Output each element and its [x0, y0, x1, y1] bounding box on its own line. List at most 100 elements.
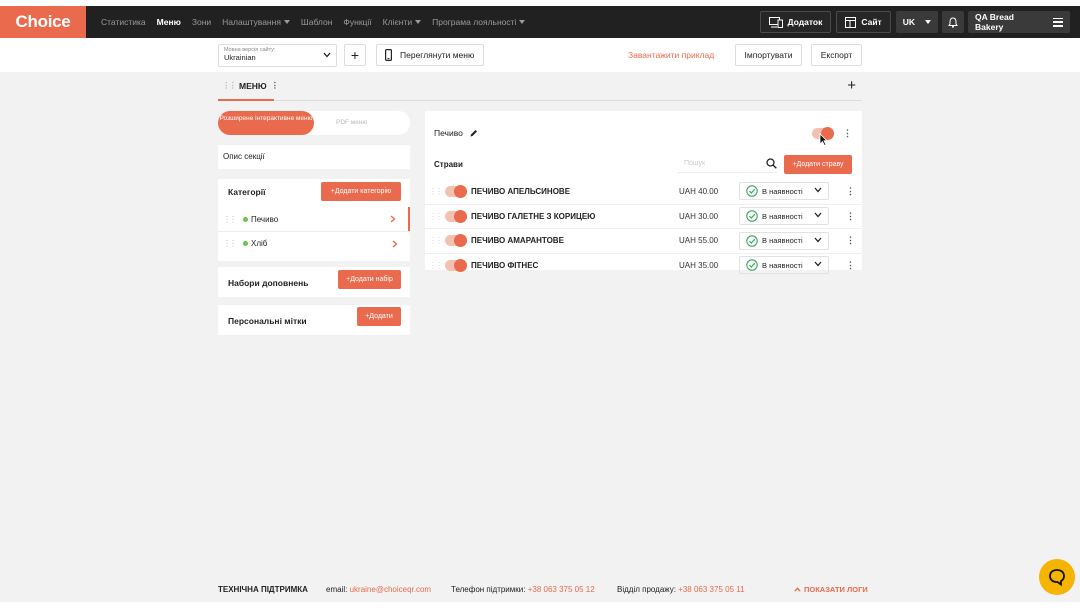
- drag-handle-icon[interactable]: ⋮⋮: [429, 261, 443, 270]
- menu-tabs: ⋮⋮ МЕНЮ ⋮ +: [218, 72, 862, 101]
- personal-tags-title: Персональні мітки: [228, 316, 307, 326]
- drag-handle-icon[interactable]: ⋮⋮: [429, 236, 443, 245]
- nav-template[interactable]: Шаблон: [301, 17, 332, 27]
- search-icon[interactable]: [766, 158, 777, 169]
- search-field[interactable]: Пошук: [677, 155, 777, 173]
- notifications-button[interactable]: [942, 11, 964, 33]
- dish-name[interactable]: ПЕЧИВО АМАРАНТОВЕ: [471, 236, 679, 245]
- dish-price: UAH 40.00: [679, 186, 719, 196]
- dish-options-icon[interactable]: ⋮: [846, 211, 855, 222]
- chevron-right-icon: [390, 215, 396, 223]
- preview-menu-label: Переглянути меню: [400, 50, 475, 60]
- dish-name[interactable]: ПЕЧИВО ФІТНЕС: [471, 261, 679, 270]
- site-button[interactable]: Сайт: [836, 11, 891, 33]
- menu-toolbar: Мовна версія сайту: Ukrainian + Переглян…: [0, 38, 1080, 72]
- pencil-icon[interactable]: [470, 129, 478, 137]
- interactive-menu-option[interactable]: Розширене інтерактивне меню: [218, 111, 314, 135]
- caret-down-icon: [925, 20, 931, 24]
- toggle-knob: [454, 234, 467, 247]
- drag-handle-icon[interactable]: ⋮⋮: [222, 80, 237, 91]
- chat-widget-button[interactable]: [1039, 559, 1075, 595]
- add-category-button[interactable]: +Додати категорію: [321, 182, 401, 201]
- section-description-card[interactable]: Опис секції: [218, 145, 410, 169]
- devices-icon: [768, 16, 783, 28]
- support-email-link[interactable]: ukraine@choiceqr.com: [350, 585, 432, 594]
- add-dish-button[interactable]: +Додати страву: [784, 155, 852, 174]
- category-label: Печиво: [251, 214, 279, 224]
- site-language-select-value: Ukrainian: [224, 53, 256, 62]
- add-tag-button[interactable]: +Додати: [357, 307, 401, 326]
- tab-menu[interactable]: ⋮⋮ МЕНЮ ⋮: [218, 72, 279, 101]
- dish-visibility-toggle[interactable]: [445, 234, 467, 247]
- dish-row[interactable]: ⋮⋮ ПЕЧИВО АПЕЛЬСИНОВЕ UAH 40.00 В наявності…: [425, 179, 862, 203]
- account-menu[interactable]: QA Bread Bakery: [968, 11, 1070, 33]
- support-phone-link[interactable]: +38 063 375 05 12: [528, 585, 595, 594]
- nav-clients[interactable]: Клієнти: [383, 17, 422, 27]
- category-label: Хліб: [251, 239, 268, 248]
- drag-handle-icon[interactable]: ⋮⋮: [223, 239, 237, 248]
- add-language-button[interactable]: +: [344, 44, 366, 66]
- phone-label: Телефон підтримки:: [451, 584, 526, 594]
- toggle-knob: [454, 258, 467, 272]
- category-item-cookies[interactable]: ⋮⋮ Печиво: [218, 207, 410, 231]
- dish-row[interactable]: ⋮⋮ ПЕЧИВО ГАЛЕТНЕ З КОРИЦЕЮ UAH 30.00 В ная…: [425, 203, 862, 228]
- category-options-icon[interactable]: ⋮: [843, 128, 852, 139]
- nav-settings[interactable]: Налаштування: [222, 17, 290, 27]
- language-switcher[interactable]: UK: [895, 11, 938, 33]
- show-logs-label: ПОКАЗАТИ ЛОГИ: [804, 584, 868, 594]
- nav-functions[interactable]: Функції: [343, 17, 371, 27]
- top-navigation-bar: Choice Статистика Меню Зони Налаштування…: [0, 6, 1080, 38]
- availability-select[interactable]: В наявності: [739, 182, 829, 200]
- drag-handle-icon[interactable]: ⋮⋮: [429, 212, 443, 221]
- pdf-menu-option[interactable]: PDF меню: [336, 119, 367, 126]
- nav-loyalty[interactable]: Програма лояльності: [432, 17, 526, 27]
- addon-sets-title: Набори доповнень: [228, 278, 309, 288]
- account-name: QA Bread Bakery: [975, 12, 1014, 32]
- dish-visibility-toggle[interactable]: [445, 184, 467, 198]
- dish-options-icon[interactable]: ⋮: [846, 235, 855, 246]
- site-language-select[interactable]: Мовна версія сайту: Ukrainian: [218, 44, 337, 67]
- nav-zones[interactable]: Зони: [192, 17, 211, 27]
- main-nav: Статистика Меню Зони Налаштування Шаблон…: [101, 17, 536, 27]
- dish-name[interactable]: ПЕЧИВО АПЕЛЬСИНОВЕ: [471, 187, 679, 196]
- dish-visibility-toggle[interactable]: [445, 209, 467, 223]
- import-button[interactable]: Імпортувати: [735, 44, 802, 66]
- dish-name[interactable]: ПЕЧИВО ГАЛЕТНЕ З КОРИЦЕЮ: [471, 212, 679, 221]
- caret-down-icon: [415, 20, 422, 24]
- dish-row[interactable]: ⋮⋮ ПЕЧИВО ФІТНЕС UAH 35.00 В наявності ⋮: [425, 252, 862, 277]
- dish-price: UAH 55.00: [679, 236, 719, 245]
- nav-menu[interactable]: Меню: [157, 17, 181, 27]
- category-item-bread[interactable]: ⋮⋮ Хліб: [218, 231, 410, 255]
- dish-row[interactable]: ⋮⋮ ПЕЧИВО АМАРАНТОВЕ UAH 55.00 В наявності ⋮: [425, 228, 862, 252]
- app-button[interactable]: Додаток: [759, 11, 832, 33]
- drag-handle-icon[interactable]: ⋮⋮: [223, 215, 237, 224]
- dish-options-icon[interactable]: ⋮: [846, 186, 855, 197]
- show-logs-button[interactable]: ПОКАЗАТИ ЛОГИ: [794, 585, 868, 594]
- sales-label: Відділ продажу:: [617, 584, 676, 594]
- support-footer: ТЕХНІЧНА ПІДТРИМКА email: ukraine@choice…: [0, 576, 1080, 602]
- categories-card: Категорії +Додати категорію ⋮⋮ Печиво ⋮⋮…: [218, 179, 410, 261]
- tab-options-icon[interactable]: ⋮: [271, 80, 280, 91]
- add-tab-button[interactable]: +: [847, 77, 856, 94]
- hamburger-menu-icon[interactable]: [1052, 17, 1063, 27]
- export-button[interactable]: Експорт: [811, 44, 862, 66]
- email-label: email:: [326, 584, 348, 594]
- sales-phone-link[interactable]: +38 063 375 05 11: [678, 585, 744, 594]
- dish-visibility-toggle[interactable]: [445, 258, 467, 272]
- topbar-right: Додаток Сайт UK QA Bread Bakery: [759, 6, 1080, 38]
- availability-select[interactable]: В наявності: [739, 256, 829, 274]
- availability-select[interactable]: В наявності: [739, 207, 829, 225]
- chevron-down-icon: [814, 212, 822, 218]
- choice-logo[interactable]: Choice: [0, 6, 86, 38]
- search-input[interactable]: Пошук: [684, 160, 705, 167]
- download-example-link[interactable]: Завантажити приклад: [628, 50, 714, 60]
- availability-select[interactable]: В наявності: [739, 231, 829, 250]
- dish-options-icon[interactable]: ⋮: [846, 260, 855, 271]
- tab-menu-label: МЕНЮ: [239, 80, 267, 91]
- bell-icon: [948, 16, 958, 28]
- preview-menu-button[interactable]: Переглянути меню: [376, 44, 484, 66]
- nav-menu-label: Меню: [156, 17, 181, 27]
- add-set-button[interactable]: +Додати набір: [338, 270, 401, 289]
- nav-statistics[interactable]: Статистика: [101, 17, 146, 27]
- drag-handle-icon[interactable]: ⋮⋮: [429, 187, 443, 196]
